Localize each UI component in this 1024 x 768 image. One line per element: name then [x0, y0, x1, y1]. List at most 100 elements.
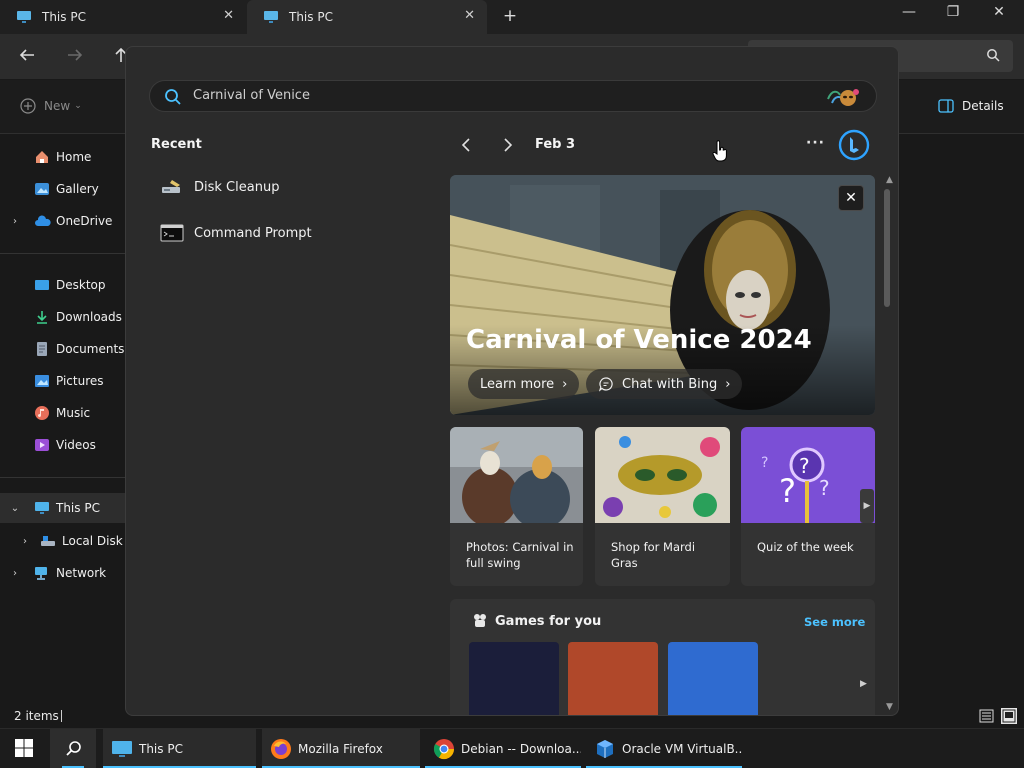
chevron-down-icon[interactable]: ⌄	[8, 503, 22, 514]
sidebar-item-network[interactable]: › Network	[0, 558, 125, 588]
taskbar-item-chrome[interactable]: Debian -- Downloa...	[425, 729, 581, 768]
sidebar-item-this-pc[interactable]: ⌄ This PC	[0, 493, 125, 523]
new-label: New	[44, 99, 71, 113]
details-button[interactable]: Details	[938, 99, 1004, 113]
recent-item-command-prompt[interactable]: Command Prompt	[160, 219, 312, 247]
nav-divider	[0, 253, 125, 254]
sidebar-item-music[interactable]: Music	[0, 398, 125, 428]
tab-this-pc-2[interactable]: This PC ✕	[247, 0, 487, 34]
sidebar-item-downloads[interactable]: Downloads	[0, 302, 125, 332]
sidebar-item-desktop[interactable]: Desktop	[0, 270, 125, 300]
sidebar-item-onedrive[interactable]: › OneDrive	[0, 206, 125, 236]
item-count: 2 items	[14, 709, 59, 723]
nav-divider	[0, 477, 125, 478]
search-icon	[65, 740, 83, 758]
sidebar-label: Downloads	[56, 310, 122, 324]
sidebar-item-home[interactable]: Home	[0, 142, 125, 172]
tab-label: This PC	[289, 10, 333, 24]
chevron-right-icon[interactable]: ›	[8, 216, 22, 227]
details-view-icon[interactable]	[979, 709, 994, 723]
search-query-text[interactable]: Carnival of Venice	[193, 88, 310, 103]
sidebar-item-pictures[interactable]: Pictures	[0, 366, 125, 396]
carousel-next-button[interactable]: ▶	[860, 489, 874, 523]
taskbar-item-firefox[interactable]: Mozilla Firefox	[262, 729, 420, 768]
search-button[interactable]	[50, 729, 96, 768]
sidebar-item-documents[interactable]: Documents	[0, 334, 125, 364]
music-icon	[34, 405, 50, 421]
firefox-icon	[270, 738, 292, 760]
sidebar-label: Gallery	[56, 182, 99, 196]
scroll-down-icon[interactable]: ▼	[886, 702, 893, 712]
search-query-box[interactable]: Carnival of Venice	[149, 80, 877, 112]
minimize-icon[interactable]: —	[886, 4, 932, 28]
picture-icon	[34, 373, 50, 389]
close-icon[interactable]: ✕	[838, 185, 864, 211]
recent-title: Recent	[151, 137, 202, 152]
search-icon[interactable]	[986, 48, 1000, 62]
recent-item-disk-cleanup[interactable]: Disk Cleanup	[160, 173, 279, 201]
card-label: Shop for Mardi Gras	[611, 540, 696, 570]
maximize-icon[interactable]: ❐	[930, 4, 976, 28]
chevron-right-icon[interactable]: ›	[8, 568, 22, 579]
close-tab-icon[interactable]: ✕	[223, 8, 234, 23]
gallery-icon	[34, 181, 50, 197]
new-button[interactable]: New ⌄	[20, 98, 82, 114]
button-label: Learn more	[480, 376, 555, 392]
game-tile-2[interactable]	[568, 642, 658, 715]
recent-label: Command Prompt	[194, 225, 312, 241]
carousel-next-icon[interactable]: ▶	[860, 679, 867, 689]
close-window-icon[interactable]: ✕	[976, 4, 1022, 28]
card-photos-carnival[interactable]: Photos: Carnival in full swing	[450, 427, 583, 586]
games-section: Games for you See more ▶	[450, 599, 875, 715]
card-shop-mardi-gras[interactable]: Shop for Mardi Gras	[595, 427, 730, 586]
network-icon	[34, 565, 50, 581]
date-label: Feb 3	[535, 137, 576, 152]
tab-this-pc-1[interactable]: This PC ✕	[0, 0, 246, 34]
hero-card[interactable]: ✕ Carnival of Venice 2024 Learn more › C…	[450, 175, 875, 415]
carnival-mask-icon	[826, 85, 862, 109]
more-options-icon[interactable]: ···	[806, 135, 825, 151]
chevron-right-icon[interactable]: ›	[18, 536, 32, 547]
game-tile-3[interactable]	[668, 642, 758, 715]
chevron-right-icon[interactable]	[502, 137, 514, 153]
taskbar-label: Mozilla Firefox	[298, 741, 383, 756]
sidebar-item-local-disk[interactable]: › Local Disk (C:)	[0, 526, 125, 556]
hand-cursor-icon	[712, 140, 728, 162]
taskbar-item-explorer[interactable]: This PC	[103, 729, 256, 768]
chevron-down-icon: ⌄	[74, 101, 82, 111]
sidebar-label: Network	[56, 566, 107, 580]
windows-start-icon[interactable]	[14, 738, 34, 758]
tiles-view-icon[interactable]	[1001, 708, 1017, 724]
learn-more-button[interactable]: Learn more ›	[468, 369, 580, 399]
back-arrow-icon[interactable]	[18, 47, 36, 63]
sidebar-item-gallery[interactable]: Gallery	[0, 174, 125, 204]
bing-icon[interactable]	[838, 129, 870, 161]
file-explorer-icon	[111, 739, 133, 759]
close-tab-icon[interactable]: ✕	[464, 8, 475, 23]
card-label: Photos: Carnival in full swing	[466, 540, 574, 570]
chat-with-bing-button[interactable]: Chat with Bing ›	[586, 369, 743, 399]
see-more-link[interactable]: See more	[804, 615, 865, 629]
details-label: Details	[962, 99, 1004, 113]
chevron-left-icon[interactable]	[460, 137, 472, 153]
new-tab-button[interactable]: +	[498, 6, 522, 28]
card-quiz-of-the-week[interactable]: ? ? ? ? Quiz of the week	[741, 427, 875, 586]
search-icon	[164, 88, 182, 106]
forward-arrow-icon[interactable]	[66, 47, 84, 63]
cloud-icon	[34, 213, 51, 229]
taskbar-item-virtualbox[interactable]: Oracle VM VirtualB...	[586, 729, 742, 768]
status-divider	[61, 710, 62, 722]
scrollbar-thumb[interactable]	[884, 189, 890, 307]
sidebar-label: Pictures	[56, 374, 104, 388]
game-tile-1[interactable]	[469, 642, 559, 715]
mardi-gras-image	[595, 427, 730, 523]
sidebar-item-videos[interactable]: Videos	[0, 430, 125, 460]
scroll-up-icon[interactable]: ▲	[886, 175, 893, 185]
recent-label: Disk Cleanup	[194, 179, 280, 195]
svg-text:?: ?	[799, 454, 810, 478]
svg-text:?: ?	[819, 476, 830, 500]
quiz-image: ? ? ? ?	[741, 427, 875, 523]
taskbar-label: Debian -- Downloa...	[461, 741, 581, 756]
home-icon	[34, 149, 50, 165]
command-prompt-icon	[160, 223, 184, 243]
